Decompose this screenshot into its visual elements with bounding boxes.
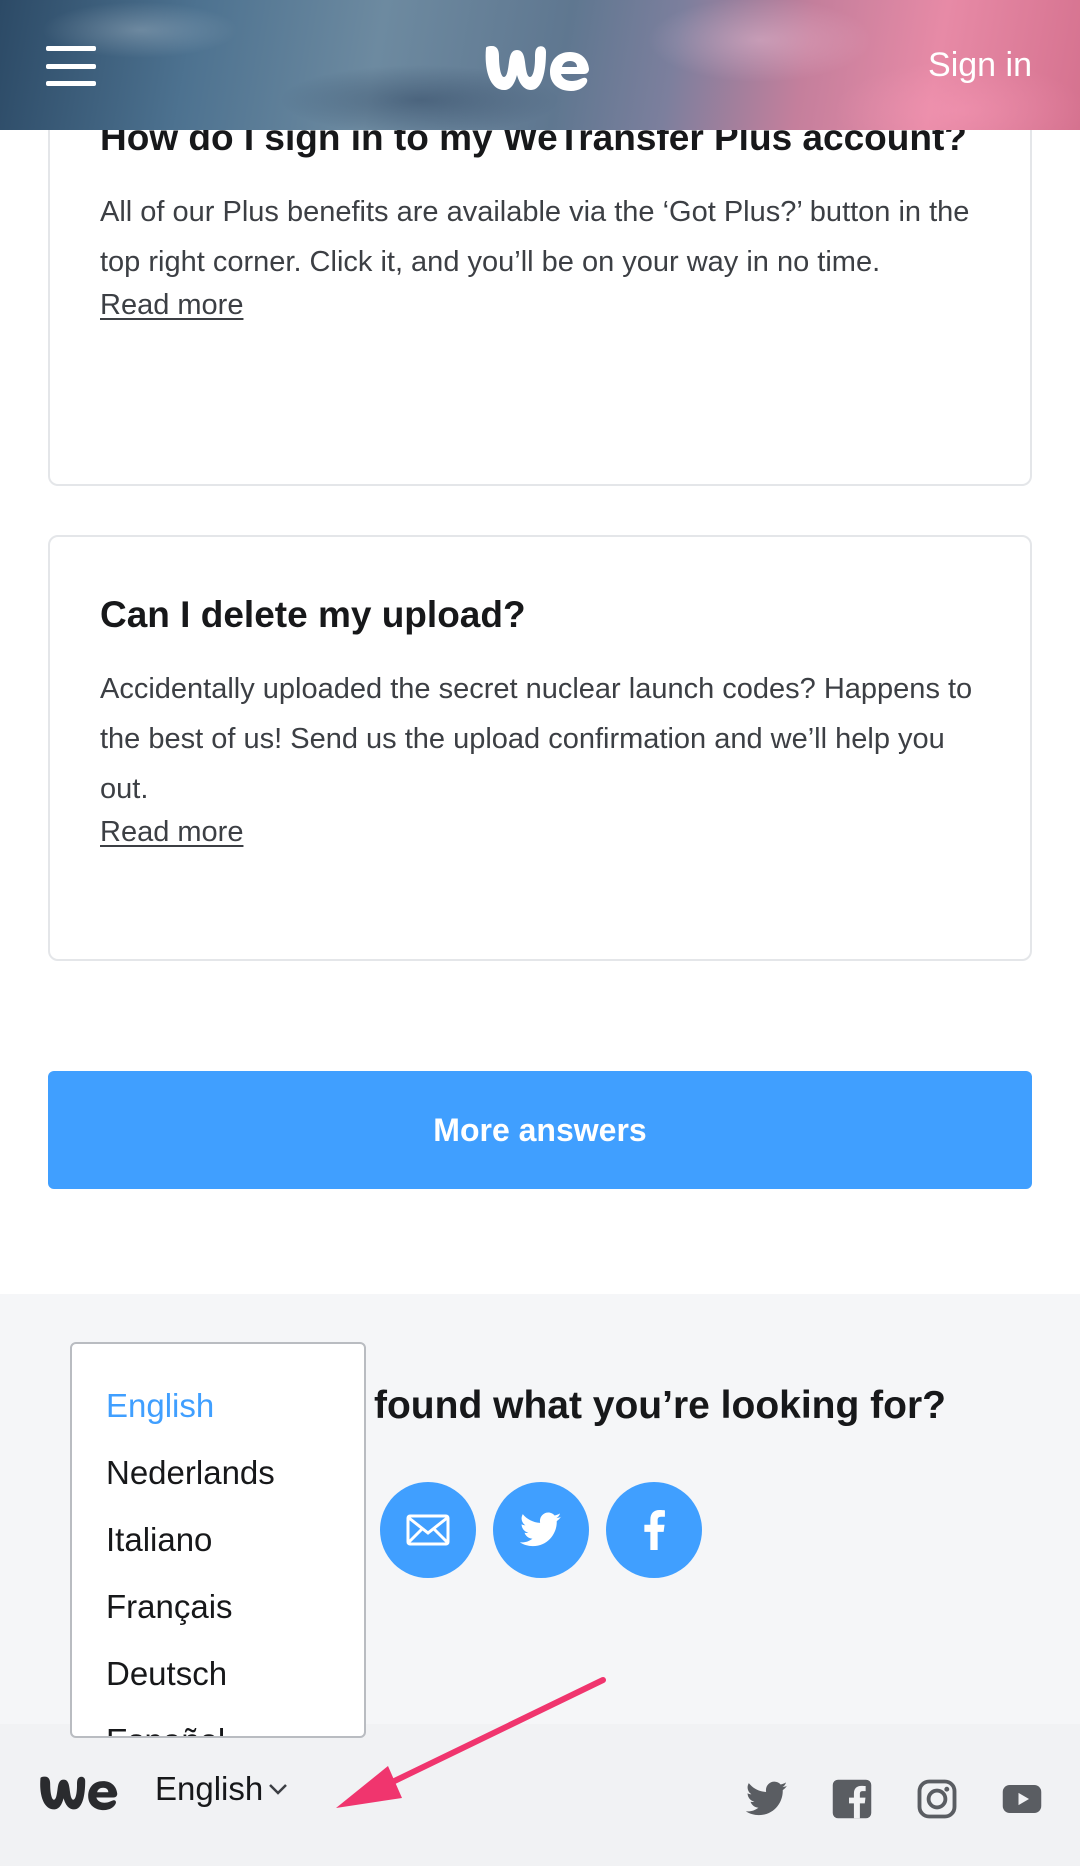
faq-body: All of our Plus benefits are available v…	[100, 196, 970, 278]
twitter-icon[interactable]	[746, 1778, 788, 1820]
language-option-francais[interactable]: Français	[72, 1573, 364, 1640]
chevron-down-icon	[269, 1784, 288, 1795]
language-selector-label: English	[155, 1770, 264, 1807]
language-option-italiano[interactable]: Italiano	[72, 1506, 364, 1573]
language-selector[interactable]: English	[155, 1770, 289, 1808]
read-more-link[interactable]: Read more	[100, 289, 243, 322]
language-dropdown-menu: English Nederlands Italiano Français Deu…	[70, 1342, 366, 1738]
faq-card: Can I delete my upload? Accidentally upl…	[48, 535, 1032, 961]
mail-icon	[406, 1514, 450, 1546]
hamburger-menu-icon[interactable]	[46, 46, 96, 86]
facebook-icon[interactable]	[831, 1778, 873, 1820]
faq-title: Can I delete my upload?	[100, 594, 526, 635]
help-title: found what you’re looking for?	[374, 1384, 946, 1427]
facebook-icon	[644, 1510, 665, 1550]
facebook-contact-button[interactable]	[606, 1482, 702, 1578]
twitter-contact-button[interactable]	[493, 1482, 589, 1578]
language-option-deutsch[interactable]: Deutsch	[72, 1640, 364, 1707]
language-option-nederlands[interactable]: Nederlands	[72, 1439, 364, 1506]
read-more-link[interactable]: Read more	[100, 816, 243, 849]
language-option-english[interactable]: English	[72, 1372, 364, 1439]
twitter-icon	[520, 1512, 562, 1547]
youtube-icon[interactable]	[1001, 1778, 1043, 1820]
instagram-icon[interactable]	[916, 1778, 958, 1820]
language-option-espanol[interactable]: Español	[72, 1707, 364, 1736]
wetransfer-logo[interactable]	[36, 1772, 118, 1814]
footer: English	[0, 1724, 1080, 1866]
sign-in-link[interactable]: Sign in	[928, 46, 1032, 85]
faq-body: Accidentally uploaded the secret nuclear…	[100, 673, 973, 805]
wetransfer-logo[interactable]	[480, 42, 590, 94]
header: Sign in	[0, 0, 1080, 130]
faq-card: How do I sign in to my WeTransfer Plus a…	[48, 90, 1032, 486]
mail-contact-button[interactable]	[380, 1482, 476, 1578]
more-answers-button[interactable]: More answers	[48, 1071, 1032, 1189]
